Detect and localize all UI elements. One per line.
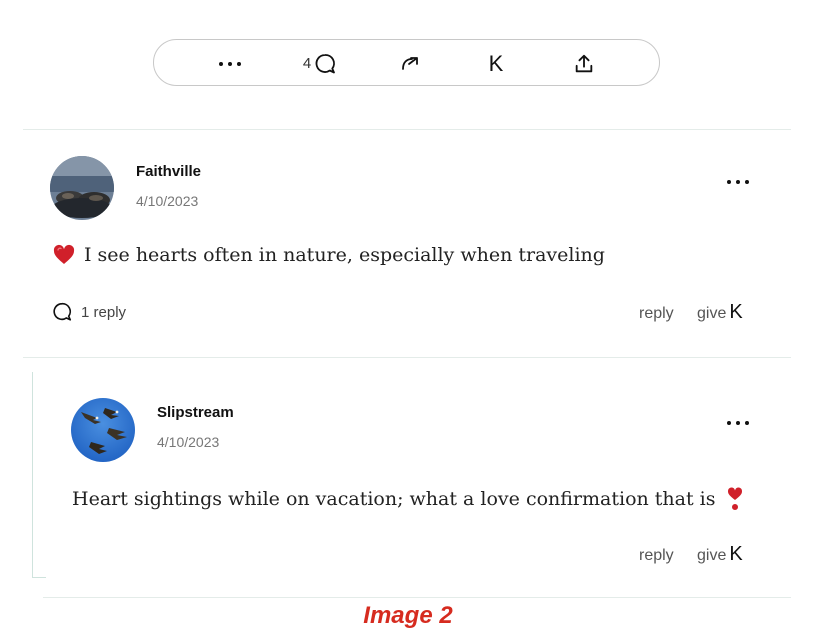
comment-body: I see hearts often in nature, especially… (52, 243, 605, 267)
give-k-icon: K (729, 543, 743, 565)
more-icon (219, 61, 241, 66)
give-button[interactable]: give K (697, 543, 743, 566)
replies-toggle[interactable]: 1 reply (51, 301, 126, 323)
exclamation-heart-icon (727, 487, 742, 510)
comment-more-button[interactable] (718, 172, 758, 192)
comment-text: I see hearts often in nature, especially… (84, 244, 605, 266)
comment-icon (53, 302, 72, 321)
comment-body: Heart sightings while on vacation; what … (72, 486, 746, 512)
give-k-button[interactable]: K (476, 40, 516, 87)
give-label: give (697, 547, 727, 564)
more-options-button[interactable] (210, 40, 250, 87)
thread-line (32, 372, 33, 578)
post-action-toolbar: 4 K (153, 39, 660, 86)
comment-date[interactable]: 4/10/2023 (136, 193, 198, 209)
comment-author[interactable]: Slipstream (157, 404, 234, 421)
share-icon (575, 54, 593, 72)
share-button[interactable] (564, 40, 604, 87)
comment-more-button[interactable] (718, 413, 758, 433)
divider (43, 597, 791, 598)
comments-button[interactable]: 4 (294, 40, 346, 87)
give-k-icon: K (488, 50, 504, 76)
give-label: give (697, 305, 727, 322)
avatar[interactable] (50, 156, 114, 220)
more-icon (727, 180, 749, 184)
comment-count: 4 (302, 55, 312, 72)
thread-line (32, 577, 46, 578)
give-k-icon: K (729, 301, 743, 323)
image-caption: Image 2 (363, 602, 453, 629)
comment-date[interactable]: 4/10/2023 (157, 434, 219, 450)
divider (23, 357, 791, 358)
heart-icon (53, 244, 75, 264)
comment-author[interactable]: Faithville (136, 163, 201, 180)
reply-count-label: 1 reply (81, 303, 127, 321)
reply-button[interactable]: reply (639, 547, 674, 565)
more-icon (727, 421, 749, 425)
give-button[interactable]: give K (697, 301, 743, 324)
reply-button[interactable]: reply (639, 305, 674, 323)
divider (23, 129, 791, 130)
restack-icon (402, 56, 418, 70)
avatar[interactable] (71, 398, 135, 462)
comment-text: Heart sightings while on vacation; what … (72, 488, 716, 510)
comment-icon (315, 53, 336, 73)
restack-button[interactable] (390, 40, 430, 87)
